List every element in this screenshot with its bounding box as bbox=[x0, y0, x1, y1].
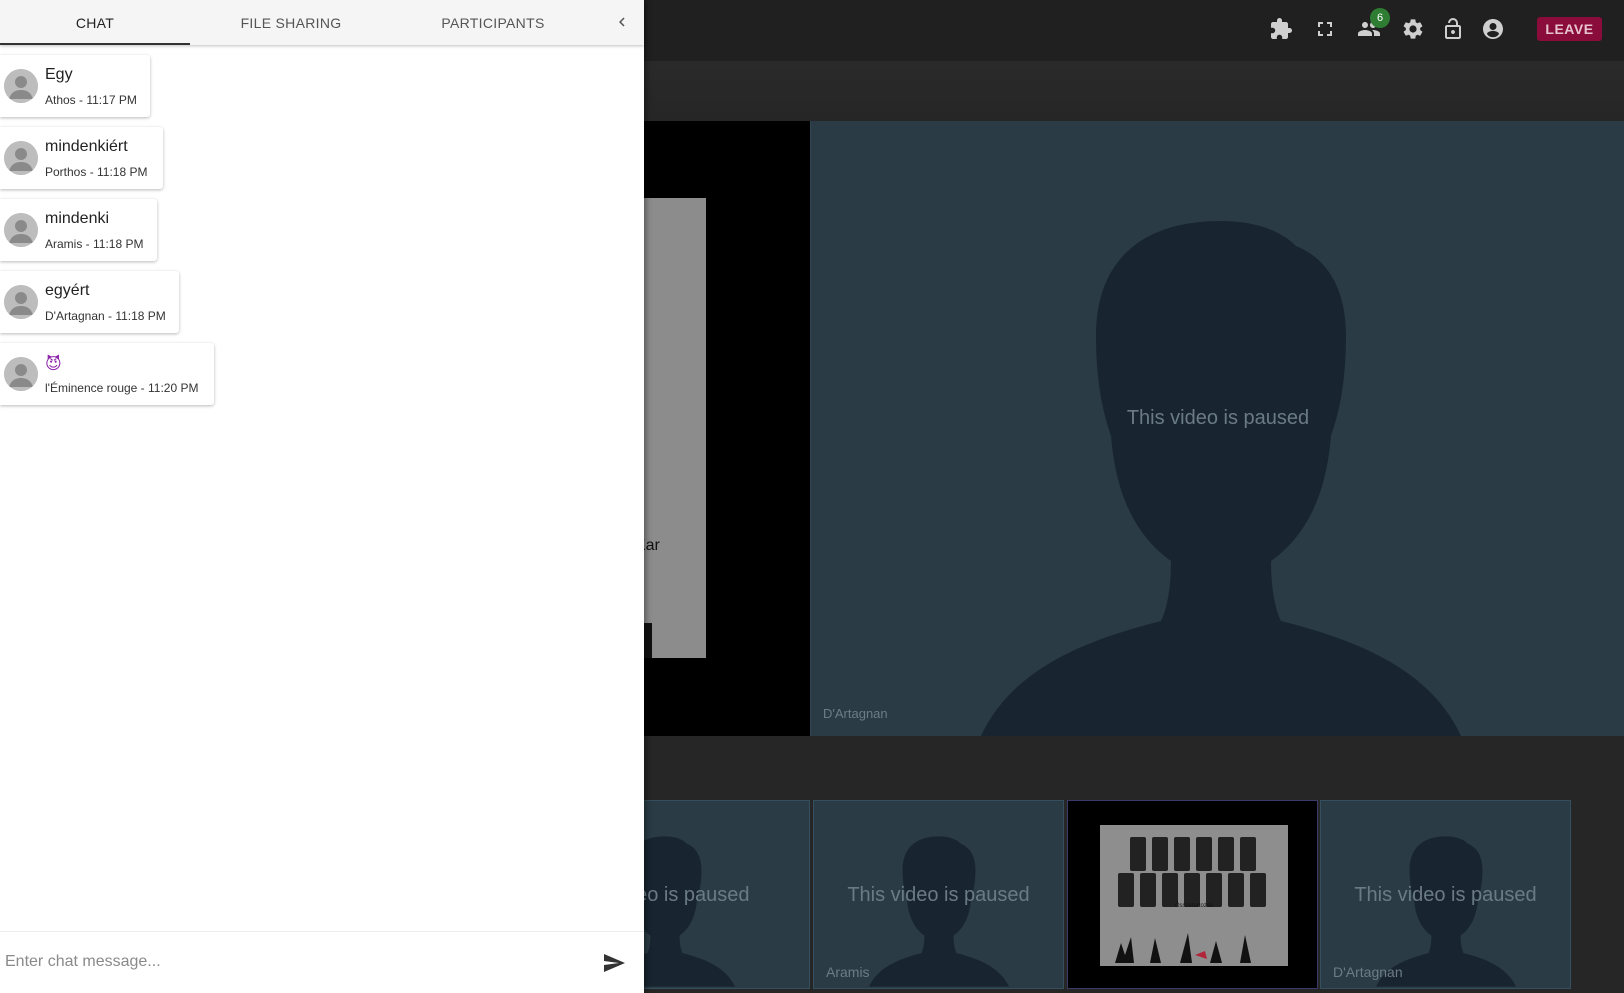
tab-file-sharing[interactable]: FILE SHARING bbox=[190, 0, 392, 45]
account-button[interactable] bbox=[1478, 14, 1508, 44]
video-tile[interactable]: This video is paused Aramis bbox=[813, 800, 1064, 989]
avatar bbox=[4, 285, 38, 319]
send-icon bbox=[604, 954, 625, 972]
video-paused-label: This video is paused bbox=[1354, 884, 1537, 906]
chat-message: 😈 l'Éminence rouge - 11:20 PM bbox=[0, 343, 214, 405]
avatar bbox=[4, 141, 38, 175]
message-meta: Athos - 11:17 PM bbox=[45, 93, 137, 107]
plugins-button[interactable] bbox=[1266, 14, 1296, 44]
settings-button[interactable] bbox=[1398, 14, 1428, 44]
chat-message: Egy Athos - 11:17 PM bbox=[0, 55, 150, 117]
video-paused-label: This video is paused bbox=[1126, 407, 1310, 429]
chat-message: egyért D'Artagnan - 11:18 PM bbox=[0, 271, 179, 333]
send-button[interactable] bbox=[598, 947, 630, 979]
fullscreen-button[interactable] bbox=[1310, 14, 1340, 44]
message-text: 😈 bbox=[45, 356, 62, 373]
avatar bbox=[4, 69, 38, 103]
avatar bbox=[4, 357, 38, 391]
tab-chat[interactable]: CHAT bbox=[0, 0, 190, 45]
message-meta: Porthos - 11:18 PM bbox=[45, 165, 148, 179]
screen-share-thumbnail: Összetartozás bbox=[1100, 825, 1288, 966]
message-text: mindenki bbox=[45, 210, 110, 227]
message-meta: l'Éminence rouge - 11:20 PM bbox=[45, 381, 199, 395]
video-paused-label: This video is paused bbox=[847, 884, 1030, 906]
participants-button[interactable]: 6 bbox=[1354, 8, 1390, 44]
chevron-left-icon bbox=[619, 17, 625, 27]
user-avatar-icon bbox=[4, 285, 38, 319]
main-video-tile[interactable]: This video is paused D'Artagnan bbox=[810, 121, 1624, 736]
participant-name: Aramis bbox=[826, 964, 870, 980]
video-conference-app: 6 LEAVE té em kai Kar bbox=[0, 0, 1624, 993]
dancer-figures-image bbox=[1115, 933, 1251, 963]
chat-panel: CHAT FILE SHARING PARTICIPANTS Egy Athos… bbox=[0, 0, 644, 993]
lock-icon bbox=[1445, 18, 1461, 39]
user-avatar-icon bbox=[4, 213, 38, 247]
collapse-panel-button[interactable] bbox=[608, 8, 636, 36]
message-text: mindenkiért bbox=[45, 138, 128, 155]
lock-room-button[interactable] bbox=[1438, 14, 1468, 44]
avatar bbox=[4, 213, 38, 247]
chat-message: mindenki Aramis - 11:18 PM bbox=[0, 199, 157, 261]
leave-button[interactable]: LEAVE bbox=[1537, 17, 1602, 41]
screen-share-tile[interactable]: Összetartozás bbox=[1067, 800, 1318, 989]
message-text: egyért bbox=[45, 282, 90, 299]
chat-message: mindenkiért Porthos - 11:18 PM bbox=[0, 127, 163, 189]
tab-participants[interactable]: PARTICIPANTS bbox=[392, 0, 594, 45]
participants-count-badge: 6 bbox=[1370, 8, 1390, 28]
panel-tabs: CHAT FILE SHARING PARTICIPANTS bbox=[0, 0, 644, 45]
participant-name: D'Artagnan bbox=[1333, 964, 1403, 980]
participant-name: D'Artagnan bbox=[823, 706, 888, 721]
chat-message-input[interactable] bbox=[0, 940, 580, 984]
puzzle-icon bbox=[1271, 18, 1292, 39]
avatar-silhouette-icon bbox=[981, 221, 1461, 736]
gear-icon bbox=[1403, 19, 1423, 39]
user-avatar-icon bbox=[4, 141, 38, 175]
avatar-silhouette-icon bbox=[868, 836, 1009, 987]
message-text: Egy bbox=[45, 66, 73, 83]
message-meta: D'Artagnan - 11:18 PM bbox=[45, 309, 166, 323]
user-avatar-icon bbox=[4, 357, 38, 391]
screen-text: Összetartozás bbox=[1174, 903, 1214, 909]
user-avatar-icon bbox=[4, 69, 38, 103]
video-tile[interactable]: This video is paused D'Artagnan bbox=[1320, 800, 1571, 989]
chat-composer bbox=[0, 931, 644, 993]
account-icon bbox=[1483, 19, 1503, 39]
message-meta: Aramis - 11:18 PM bbox=[45, 237, 144, 251]
fullscreen-icon bbox=[1318, 22, 1332, 36]
